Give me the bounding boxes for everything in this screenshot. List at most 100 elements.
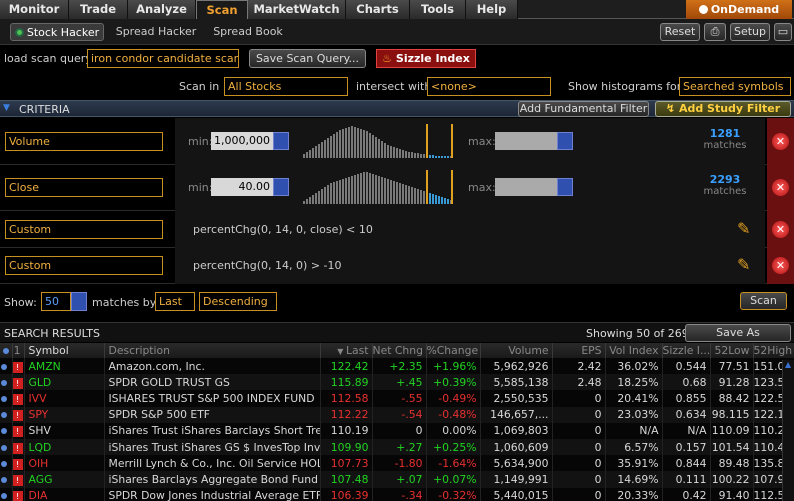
cell-symbol[interactable]: LQD <box>24 438 105 456</box>
table-row[interactable]: ! SHV iShares Trust iShares Barclays Short… <box>0 422 794 439</box>
matches-by-select[interactable]: Last <box>155 292 195 311</box>
table-row[interactable]: ! OIH Merrill Lynch & Co., Inc. Oil Servic… <box>0 455 794 472</box>
cell-symbol[interactable]: AMZN <box>24 358 105 375</box>
subtab-spread-book[interactable]: Spread Book <box>208 23 288 41</box>
alert-tag-icon[interactable]: ! <box>12 491 23 501</box>
ondemand-button[interactable]: OnDemand <box>686 0 792 19</box>
save-scan-query-button[interactable]: Save Scan Query... <box>249 49 366 68</box>
header-volume[interactable]: Volume <box>480 343 553 358</box>
tab-marketwatch[interactable]: MarketWatch <box>248 0 346 19</box>
tab-monitor[interactable]: Monitor <box>0 0 69 19</box>
table-row[interactable]: ! SPY SPDR S&P 500 ETF 112.22 -.54 -0.48% 146,… <box>0 406 794 423</box>
remove-filter-icon[interactable]: ✕ <box>772 179 789 196</box>
remove-filter-icon[interactable]: ✕ <box>772 257 789 274</box>
criteria-field-select[interactable]: Volume <box>5 132 163 151</box>
alert-tag-icon[interactable]: ! <box>12 393 23 405</box>
tab-scan[interactable]: Scan <box>196 0 248 20</box>
header-vol-index[interactable]: Vol Index <box>605 343 663 358</box>
cell-row-tag: ! <box>12 390 25 407</box>
sizzle-index-button[interactable]: ♨ Sizzle Index <box>376 49 476 68</box>
tab-charts[interactable]: Charts <box>346 0 410 19</box>
histogram-bar <box>318 144 320 158</box>
scan-query-select[interactable]: iron condor candidate scan <box>87 49 239 68</box>
tab-help[interactable]: Help <box>466 0 518 19</box>
alert-tag-icon[interactable]: ! <box>12 474 23 486</box>
table-row[interactable]: ! DIA SPDR Dow Jones Industrial Average ET… <box>0 487 794 501</box>
criteria-field-select[interactable]: Custom <box>5 220 163 239</box>
alert-tag-icon[interactable]: ! <box>12 442 23 454</box>
subtab-stock-hacker[interactable]: Stock Hacker <box>10 23 104 41</box>
vertical-scrollbar[interactable]: ▲ <box>782 360 794 501</box>
cell-symbol[interactable]: IVV <box>24 390 105 407</box>
intersect-select[interactable]: <none> <box>427 77 551 96</box>
criteria-row-close: Close min: 40.00 max: 2293 matches ✕ <box>0 165 794 211</box>
alert-tag-icon[interactable]: ! <box>12 377 23 389</box>
print-button[interactable]: ⎙ <box>704 23 726 41</box>
scroll-up-icon[interactable]: ▲ <box>785 360 791 369</box>
table-row[interactable]: ! IVV ISHARES TRUST S&P 500 INDEX FUND 112.… <box>0 390 794 407</box>
table-row[interactable]: ! AMZN Amazon.com, Inc. 122.42 +2.35 +1.96% 5,… <box>0 358 794 375</box>
header-52high[interactable]: 52High <box>753 343 794 358</box>
criteria-field-select[interactable]: Close <box>5 178 163 197</box>
max-stepper[interactable] <box>557 178 573 196</box>
alert-tag-icon[interactable]: ! <box>12 361 23 373</box>
alert-tag-icon[interactable]: ! <box>12 426 23 438</box>
cell-symbol[interactable]: AGG <box>24 471 105 488</box>
header-description[interactable]: Description <box>104 343 321 358</box>
table-row[interactable]: ! LQD iShares Trust iShares GS $ InvesTop … <box>0 438 794 456</box>
header-pct-change[interactable]: %Change <box>426 343 481 358</box>
min-input[interactable]: 40.00 <box>211 178 273 196</box>
min-stepper[interactable] <box>273 178 289 196</box>
alert-tag-icon[interactable]: ! <box>12 458 23 470</box>
header-symbol[interactable]: Symbol <box>24 343 105 358</box>
tab-analyze[interactable]: Analyze <box>128 0 196 19</box>
table-row[interactable]: ! GLD SPDR GOLD TRUST GS 115.89 +.45 +0.39% 5,… <box>0 374 794 391</box>
histograms-select[interactable]: Searched symbols <box>679 77 791 96</box>
collapse-icon[interactable]: ▼ <box>3 103 10 113</box>
header-sizzle[interactable]: Sizzle I... <box>662 343 711 358</box>
show-stepper[interactable] <box>71 292 87 311</box>
tab-trade[interactable]: Trade <box>69 0 128 19</box>
max-stepper[interactable] <box>557 132 573 150</box>
alert-tag-icon[interactable]: ! <box>12 410 23 422</box>
max-input[interactable] <box>495 178 557 196</box>
header-eps[interactable]: EPS <box>552 343 606 358</box>
min-input[interactable]: 1,000,000 <box>211 132 273 150</box>
header-last[interactable]: ▼ Last <box>320 343 373 358</box>
table-row[interactable]: ! AGG iShares Barclays Aggregate Bond Fund… <box>0 471 794 488</box>
histogram-bar <box>414 188 416 204</box>
save-as-watchlist-button[interactable]: Save As Watchlist... <box>685 324 791 355</box>
histogram-range-marker[interactable] <box>426 170 453 204</box>
maximize-button[interactable]: ▭ <box>774 23 792 41</box>
add-study-filter-button[interactable]: ↯ Add Study Filter <box>655 101 791 117</box>
add-fundamental-filter-button[interactable]: Add Fundamental Filter <box>518 101 649 117</box>
header-net-chng[interactable]: Net Chng <box>372 343 427 358</box>
criteria-field-select[interactable]: Custom <box>5 256 163 275</box>
scan-in-select[interactable]: All Stocks <box>224 77 348 96</box>
remove-filter-icon[interactable]: ✕ <box>772 133 789 150</box>
subtab-spread-hacker[interactable]: Spread Hacker <box>112 23 200 41</box>
subtab-stock-hacker-label: Stock Hacker <box>26 26 100 39</box>
show-count-select[interactable]: 50 <box>41 292 71 311</box>
header-52low[interactable]: 52Low <box>710 343 754 358</box>
cell-symbol[interactable]: SPY <box>24 406 105 423</box>
histogram-bar <box>405 185 407 204</box>
cell-symbol[interactable]: SHV <box>24 422 105 439</box>
cell-symbol[interactable]: GLD <box>24 374 105 391</box>
remove-filter-icon[interactable]: ✕ <box>772 221 789 238</box>
setup-button[interactable]: Setup <box>730 23 770 41</box>
scan-button[interactable]: Scan <box>740 292 787 310</box>
cell-last: 106.39 <box>320 487 373 501</box>
max-input[interactable] <box>495 132 557 150</box>
reset-button[interactable]: Reset <box>660 23 700 41</box>
cell-symbol[interactable]: DIA <box>24 487 105 501</box>
sort-order-select[interactable]: Descending <box>199 292 277 311</box>
pencil-icon[interactable]: ✎ <box>737 219 750 238</box>
min-stepper[interactable] <box>273 132 289 150</box>
histogram-bar <box>342 129 344 158</box>
pencil-icon[interactable]: ✎ <box>737 255 750 274</box>
histogram-range-marker[interactable] <box>426 124 453 158</box>
tab-tools[interactable]: Tools <box>410 0 466 19</box>
cell-sizzle: 0.42 <box>662 487 711 501</box>
cell-symbol[interactable]: OIH <box>24 455 105 472</box>
